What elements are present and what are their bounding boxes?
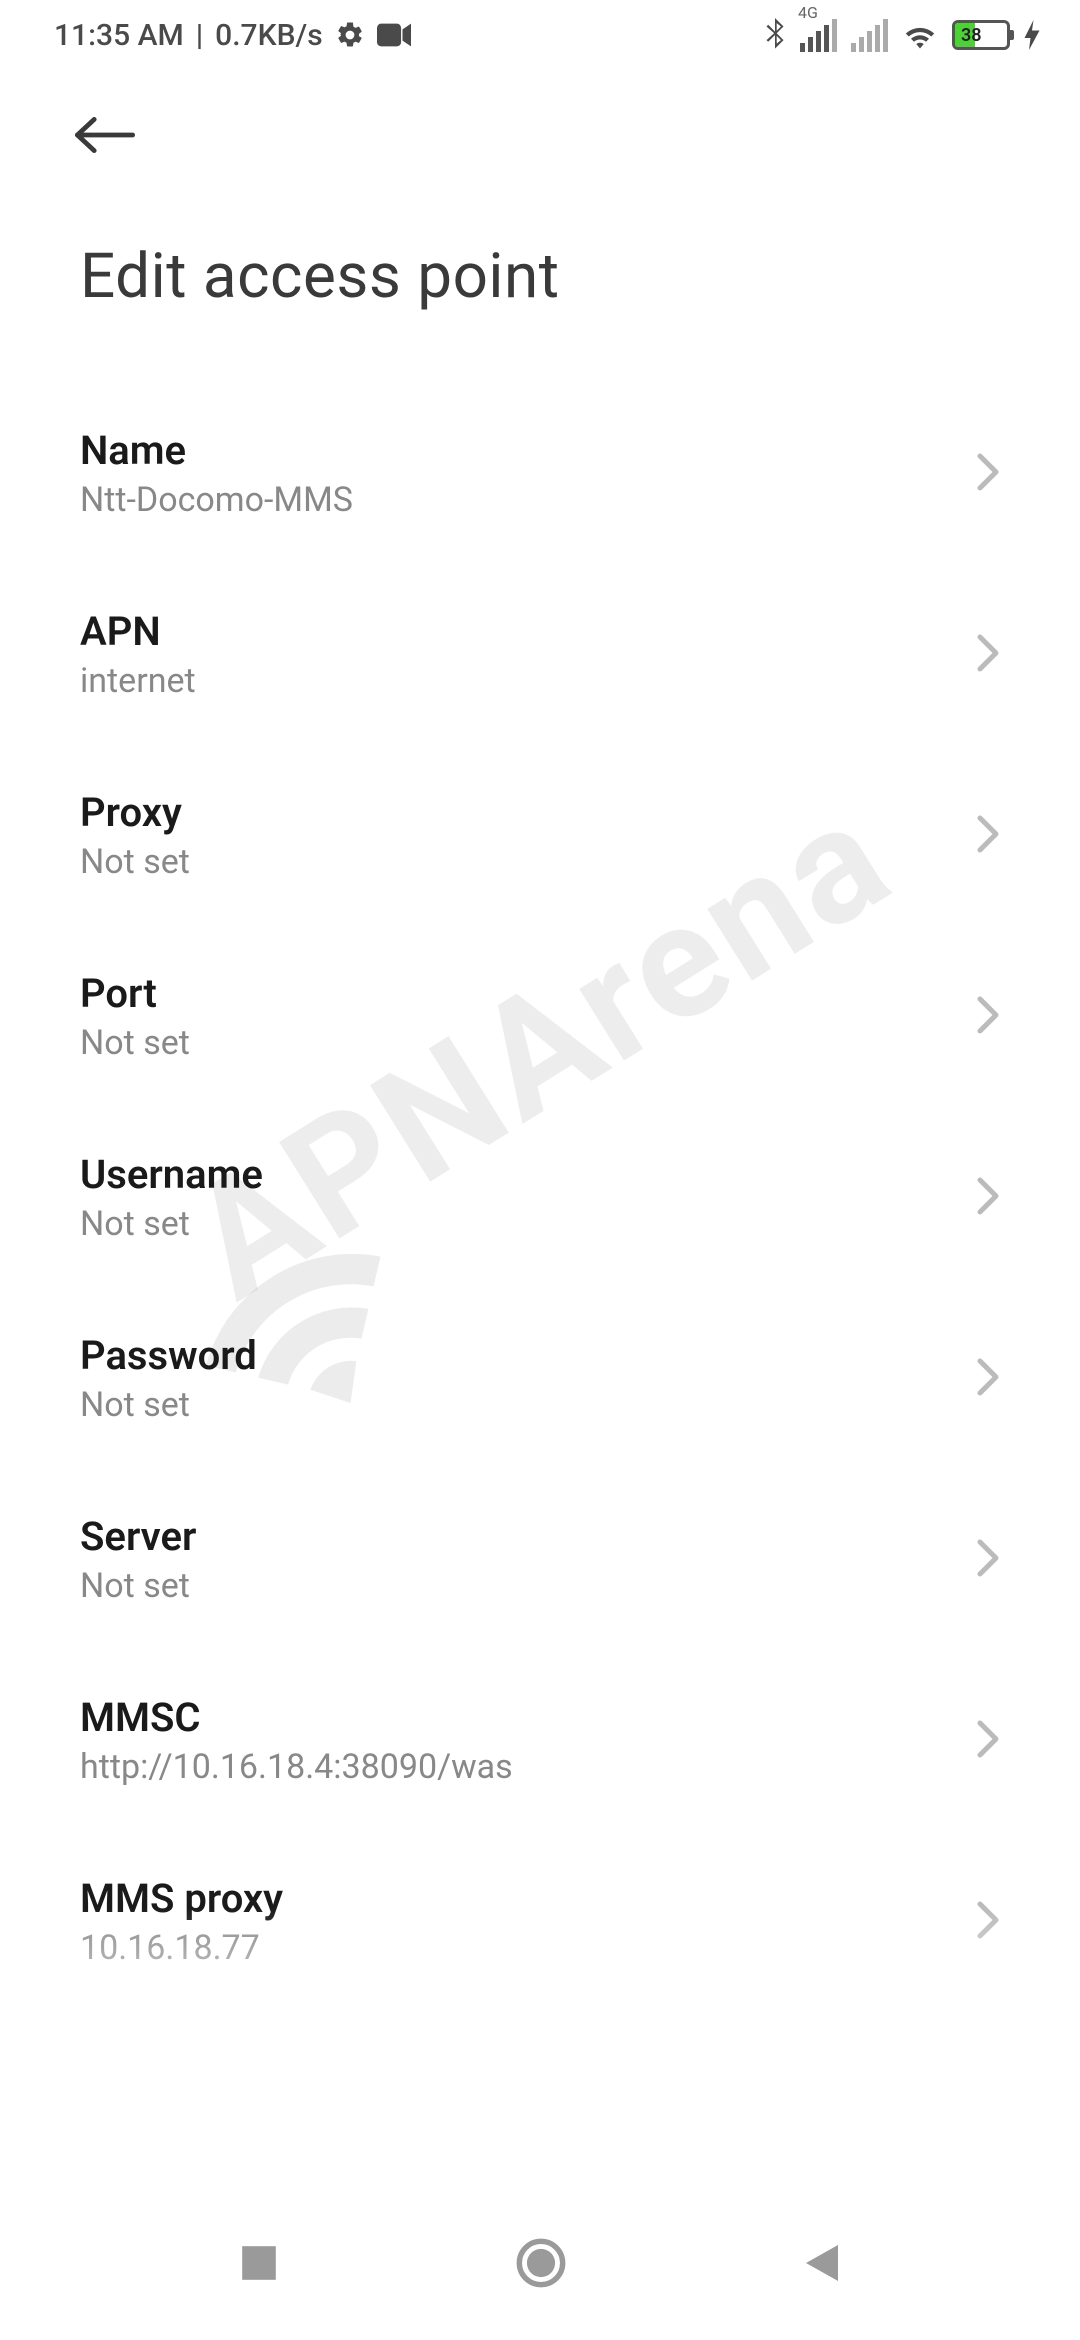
more-icon xyxy=(512,2074,568,2130)
setting-value: Not set xyxy=(80,1204,263,1244)
chevron-right-icon xyxy=(976,995,1000,1039)
signal-2-icon xyxy=(851,19,888,52)
setting-row-username[interactable]: Username Not set xyxy=(80,1107,1000,1288)
status-time: 11:35 AM xyxy=(54,18,184,53)
setting-label: Port xyxy=(80,970,190,1017)
setting-label: MMSC xyxy=(80,1694,513,1741)
system-nav-bar xyxy=(0,2190,1080,2340)
bluetooth-icon xyxy=(764,18,786,52)
chevron-right-icon xyxy=(976,1176,1000,1220)
setting-value: internet xyxy=(80,661,196,701)
setting-row-mmsc[interactable]: MMSC http://10.16.18.4:38090/was xyxy=(80,1650,1000,1831)
bottom-divider xyxy=(40,2187,1040,2188)
signal-label: 4G xyxy=(798,3,818,22)
back-button[interactable] xyxy=(74,110,144,160)
setting-label: MMS proxy xyxy=(80,1875,283,1922)
settings-list: Name Ntt-Docomo-MMS APN internet Proxy N… xyxy=(0,383,1080,2012)
status-right: 4G 38 xyxy=(764,18,1040,52)
nav-recent-button[interactable] xyxy=(238,2242,280,2288)
chevron-right-icon xyxy=(976,452,1000,496)
setting-label: Username xyxy=(80,1151,263,1198)
setting-value: Not set xyxy=(80,1566,196,1606)
status-net-speed: 0.7KB/s xyxy=(215,18,322,53)
setting-row-apn[interactable]: APN internet xyxy=(80,564,1000,745)
charging-icon xyxy=(1024,20,1040,50)
gear-icon xyxy=(335,20,365,50)
wifi-icon xyxy=(902,21,938,49)
page-title: Edit access point xyxy=(0,160,1080,383)
status-sep: | xyxy=(196,18,203,53)
bottom-actions: More xyxy=(0,2074,1080,2175)
setting-row-server[interactable]: Server Not set xyxy=(80,1469,1000,1650)
battery-percent: 38 xyxy=(961,25,982,46)
chevron-right-icon xyxy=(976,633,1000,677)
battery-icon: 38 xyxy=(952,20,1010,50)
back-arrow-icon xyxy=(74,117,136,153)
toolbar xyxy=(0,70,1080,160)
setting-value: Not set xyxy=(80,842,190,882)
chevron-right-icon xyxy=(976,1719,1000,1763)
setting-label: Server xyxy=(80,1513,196,1560)
setting-value: http://10.16.18.4:38090/was xyxy=(80,1747,513,1787)
chevron-right-icon xyxy=(976,1357,1000,1401)
setting-label: Password xyxy=(80,1332,257,1379)
status-bar: 11:35 AM | 0.7KB/s 4G xyxy=(0,0,1080,70)
nav-home-button[interactable] xyxy=(515,2237,567,2293)
chevron-right-icon xyxy=(976,1900,1000,1944)
chevron-right-icon xyxy=(976,1538,1000,1582)
more-label: More xyxy=(505,2140,574,2175)
signal-1-icon: 4G xyxy=(800,19,837,52)
setting-value: Ntt-Docomo-MMS xyxy=(80,480,353,520)
setting-row-port[interactable]: Port Not set xyxy=(80,926,1000,1107)
setting-row-name[interactable]: Name Ntt-Docomo-MMS xyxy=(80,383,1000,564)
nav-back-button[interactable] xyxy=(802,2241,842,2289)
setting-value: Not set xyxy=(80,1023,190,1063)
setting-value: 10.16.18.77 xyxy=(80,1928,283,1968)
chevron-right-icon xyxy=(976,814,1000,858)
setting-label: Name xyxy=(80,427,353,474)
setting-row-proxy[interactable]: Proxy Not set xyxy=(80,745,1000,926)
setting-label: APN xyxy=(80,608,196,655)
more-button[interactable]: More xyxy=(505,2074,574,2175)
camera-icon xyxy=(377,23,411,47)
status-left: 11:35 AM | 0.7KB/s xyxy=(54,18,411,53)
setting-row-password[interactable]: Password Not set xyxy=(80,1288,1000,1469)
setting-label: Proxy xyxy=(80,789,190,836)
setting-value: Not set xyxy=(80,1385,257,1425)
setting-row-mms-proxy[interactable]: MMS proxy 10.16.18.77 xyxy=(80,1831,1000,2012)
